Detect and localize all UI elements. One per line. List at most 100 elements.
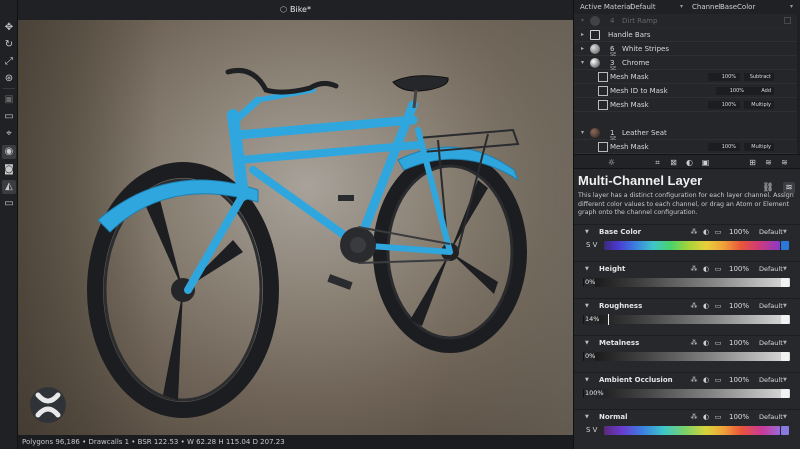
render-icon[interactable]: ◭ <box>2 180 16 194</box>
channel-base-color: ▼ Base Color ⁂ ◐ ▭ 100% Default ▼ S V <box>574 224 800 261</box>
link-icon[interactable]: ⁂ <box>690 228 698 236</box>
channel-normal: ▼ Normal ⁂ ◐ ▭ 100% Default ▼ S V <box>574 409 800 446</box>
layer-row[interactable]: ▸ Handle Bars <box>574 28 800 42</box>
cross-icon[interactable]: ⊠ <box>668 157 679 168</box>
channel-ambient-occlusion: ▼ Ambient Occlusion ⁂ ◐ ▭ 100% Default ▼… <box>574 372 800 409</box>
light-icon[interactable]: ☼ <box>606 157 617 168</box>
chevron-down-icon: ▾ <box>680 3 684 10</box>
chevron-down-icon[interactable]: ▼ <box>585 262 589 276</box>
image-icon[interactable]: ▭ <box>714 376 722 384</box>
image-icon[interactable]: ▣ <box>700 157 711 168</box>
eye-icon[interactable]: ◉ <box>2 145 16 159</box>
layer-row[interactable]: ▾ 3 SE Chrome <box>574 56 800 72</box>
value-slider[interactable] <box>583 389 790 398</box>
channel-label: Channel <box>692 3 721 11</box>
link-icon[interactable]: ⁂ <box>690 376 698 384</box>
color-slider[interactable] <box>604 426 780 435</box>
chevron-right-icon: ▸ <box>581 45 585 52</box>
chevron-down-icon: ▾ <box>790 3 794 10</box>
monitor-icon[interactable]: ▭ <box>2 197 16 211</box>
snap-icon[interactable]: ⊛ <box>2 72 16 86</box>
left-toolbar: ✥ ↻ ⤢ ⊛ ▣ ▭ ⌖ ◉ ◙ ◭ ▭ <box>0 0 18 449</box>
color-swatch[interactable] <box>781 241 789 250</box>
chevron-down-icon[interactable]: ▼ <box>585 299 589 313</box>
value-slider[interactable] <box>583 352 790 361</box>
visibility-icon[interactable]: ◐ <box>702 413 710 421</box>
clipboard-icon[interactable]: ▭ <box>2 110 16 124</box>
value-slider[interactable] <box>583 315 790 324</box>
image-icon[interactable]: ▭ <box>714 339 722 347</box>
mask-icon <box>598 142 608 152</box>
chevron-down-icon[interactable]: ▼ <box>585 410 589 424</box>
visibility-icon[interactable]: ◐ <box>702 376 710 384</box>
layer-row[interactable]: ▾ 4 Dirt Ramp <box>574 14 800 28</box>
viewport-status-bar: Polygons 96,186 • Drawcalls 1 • BSR 122.… <box>18 435 573 449</box>
scale-icon[interactable]: ⤢ <box>2 55 16 69</box>
marmoset-logo <box>30 387 66 423</box>
active-material-select[interactable]: Default <box>630 0 656 14</box>
panel-title: Multi-Channel Layer <box>578 173 703 188</box>
layers-icon[interactable]: ≋ <box>779 157 790 168</box>
visibility-icon[interactable]: ◐ <box>702 265 710 273</box>
layer-checkbox[interactable] <box>784 17 791 24</box>
value-swatch[interactable] <box>781 352 789 361</box>
sv-label: S V <box>586 241 598 249</box>
image-icon[interactable]: ▭ <box>714 265 722 273</box>
panel-description: This layer has a distinct configuration … <box>578 192 794 217</box>
save-icon[interactable]: ▣ <box>2 93 16 107</box>
camera-icon[interactable]: ◙ <box>2 163 16 177</box>
link-icon[interactable]: ⁂ <box>690 339 698 347</box>
cube-icon: ⬡ <box>280 5 287 14</box>
layer-row[interactable]: Mesh Mask 100% Multiply <box>574 98 800 112</box>
sphere-icon <box>590 128 600 138</box>
image-icon[interactable]: ▭ <box>714 413 722 421</box>
color-slider[interactable] <box>604 241 780 250</box>
value-swatch[interactable] <box>781 389 789 398</box>
chevron-down-icon[interactable]: ▼ <box>585 373 589 387</box>
chevron-down-icon: ▼ <box>783 229 787 235</box>
mask-icon <box>598 72 608 82</box>
bike-model[interactable] <box>18 20 573 435</box>
link-icon[interactable]: ⁂ <box>690 413 698 421</box>
chevron-down-icon: ▾ <box>581 129 585 136</box>
channel-select[interactable]: BaseColor <box>720 0 755 14</box>
channel-metalness: ▼ Metalness ⁂ ◐ ▭ 100% Default ▼ 0% <box>574 335 800 372</box>
visibility-icon[interactable]: ◐ <box>702 339 710 347</box>
layer-row[interactable]: Mesh Mask 100% Subtract <box>574 70 800 84</box>
folder-add-icon[interactable]: ⊞ <box>747 157 758 168</box>
sv-label: S V <box>586 426 598 434</box>
layer-row[interactable]: Mesh ID to Mask 100% Add <box>574 84 800 98</box>
sphere-icon <box>590 58 600 68</box>
chevron-down-icon: ▼ <box>783 414 787 420</box>
contrast-icon[interactable]: ◐ <box>684 157 695 168</box>
image-icon[interactable]: ▭ <box>714 228 722 236</box>
pick-icon[interactable]: ⌗ <box>652 157 663 168</box>
link-icon[interactable]: ⁂ <box>690 265 698 273</box>
layer-row[interactable]: Mesh Mask 100% Multiply <box>574 140 800 154</box>
link-icon[interactable]: ⁂ <box>690 302 698 310</box>
chevron-down-icon[interactable]: ▼ <box>585 225 589 239</box>
chevron-down-icon[interactable]: ▼ <box>585 336 589 350</box>
viewport-title-bar: ⬡ Bike* <box>18 0 573 20</box>
value-slider[interactable] <box>583 278 790 287</box>
layer-stack: ▾ 4 Dirt Ramp ▸ Handle Bars ▸ 6 SE White… <box>574 14 800 154</box>
rotate-icon[interactable]: ↻ <box>2 38 16 52</box>
color-swatch[interactable] <box>781 426 789 435</box>
visibility-icon[interactable]: ◐ <box>702 228 710 236</box>
layer-row[interactable]: ▸ 6 SE White Stripes <box>574 42 800 58</box>
layer-toolbar: ☼ ⌗ ⊠ ◐ ▣ ⊞ ≋ ≋ <box>574 154 800 169</box>
target-icon[interactable]: ⌖ <box>2 127 16 141</box>
move-icon[interactable]: ✥ <box>2 21 16 35</box>
slider-marker[interactable] <box>608 314 609 325</box>
sphere-icon <box>590 44 600 54</box>
image-icon[interactable]: ▭ <box>714 302 722 310</box>
value-swatch[interactable] <box>781 278 789 287</box>
toolbar-divider <box>3 88 15 89</box>
app-window: ✥ ↻ ⤢ ⊛ ▣ ▭ ⌖ ◉ ◙ ◭ ▭ ⬡ Bike* Polygons 9… <box>0 0 800 449</box>
value-swatch[interactable] <box>781 315 789 324</box>
layer-row[interactable]: ▾ 1 SE Leather Seat <box>574 126 800 142</box>
channel-roughness: ▼ Roughness ⁂ ◐ ▭ 100% Default ▼ 14% <box>574 298 800 335</box>
visibility-icon[interactable]: ◐ <box>702 302 710 310</box>
layers-add-icon[interactable]: ≋ <box>763 157 774 168</box>
3d-viewport[interactable] <box>18 20 573 435</box>
